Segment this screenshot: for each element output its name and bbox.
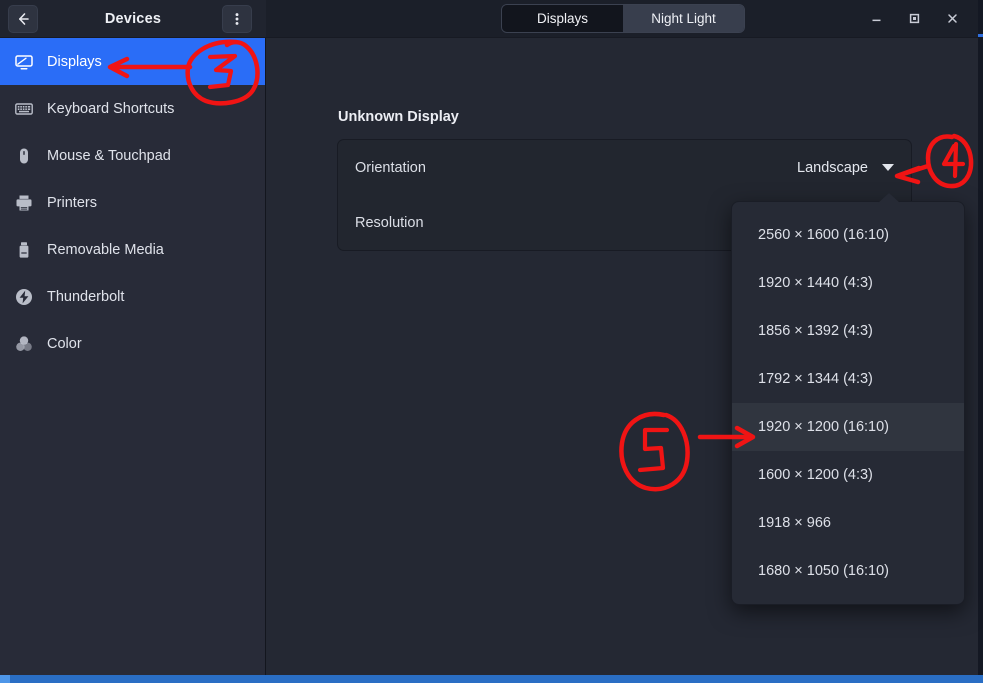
tab-displays[interactable]: Displays xyxy=(502,5,623,32)
sidebar-item-label: Displays xyxy=(47,53,102,70)
dropdown-item-1856x1392[interactable]: 1856 × 1392 (4:3) xyxy=(732,307,964,355)
sidebar-item-label: Color xyxy=(47,335,82,352)
titlebar-right-pane: Displays Night Light xyxy=(266,0,978,38)
minimize-button[interactable] xyxy=(858,4,894,34)
sidebar-item-label: Removable Media xyxy=(47,241,164,258)
dropdown-item-1680x1050[interactable]: 1680 × 1050 (16:10) xyxy=(732,547,964,595)
maximize-icon xyxy=(909,13,919,24)
color-wheel-icon xyxy=(14,334,34,354)
minimize-icon xyxy=(872,19,880,22)
sidebar-item-printers[interactable]: Printers xyxy=(0,179,265,226)
sidebar-item-removable-media[interactable]: Removable Media xyxy=(0,226,265,273)
resolution-label: Resolution xyxy=(355,214,424,231)
dropdown-item-1918x966[interactable]: 1918 × 966 xyxy=(732,499,964,547)
dropdown-item-2560x1600[interactable]: 2560 × 1600 (16:10) xyxy=(732,211,964,259)
dropdown-arrow-nub xyxy=(878,193,900,203)
tab-night-light[interactable]: Night Light xyxy=(623,5,744,32)
keyboard-icon xyxy=(14,99,34,119)
page-title: Unknown Display xyxy=(338,109,459,125)
sidebar-item-displays[interactable]: Displays xyxy=(0,38,265,85)
chevron-down-icon xyxy=(882,164,894,171)
app-menu-button[interactable] xyxy=(222,4,252,33)
sidebar-item-color[interactable]: Color xyxy=(0,320,265,367)
sidebar-item-label: Thunderbolt xyxy=(47,288,125,305)
orientation-dropdown[interactable]: Landscape xyxy=(797,160,894,176)
maximize-button[interactable] xyxy=(896,4,932,34)
close-button[interactable] xyxy=(934,4,970,34)
orientation-value: Landscape xyxy=(797,159,868,176)
printer-icon xyxy=(14,193,34,213)
dropdown-item-1920x1440[interactable]: 1920 × 1440 (4:3) xyxy=(732,259,964,307)
mouse-icon xyxy=(14,146,34,166)
window-controls xyxy=(858,4,970,34)
desktop-accent-line-bottom xyxy=(0,675,983,683)
dropdown-item-1600x1200[interactable]: 1600 × 1200 (4:3) xyxy=(732,451,964,499)
titlebar-left-pane: Devices xyxy=(0,0,266,38)
sidebar-item-keyboard-shortcuts[interactable]: Keyboard Shortcuts xyxy=(0,85,265,132)
desktop-accent-nub xyxy=(0,675,10,683)
sidebar-item-label: Keyboard Shortcuts xyxy=(47,100,175,117)
dropdown-item-1920x1200[interactable]: 1920 × 1200 (16:10) xyxy=(732,403,964,451)
arrow-left-icon xyxy=(19,12,29,25)
orientation-label: Orientation xyxy=(355,159,426,176)
orientation-row: Orientation Landscape xyxy=(338,140,911,195)
close-icon xyxy=(947,14,957,23)
dropdown-item-1792x1344[interactable]: 1792 × 1344 (4:3) xyxy=(732,355,964,403)
monitor-icon xyxy=(14,52,34,72)
titlebar: Devices Displays Night Light xyxy=(0,0,978,38)
resolution-dropdown-menu: 2560 × 1600 (16:10) 1920 × 1440 (4:3) 18… xyxy=(731,201,965,605)
back-button[interactable] xyxy=(8,4,38,33)
sidebar: Displays Keyboard Shortcuts Mouse & Touc… xyxy=(0,38,266,675)
kebab-menu-icon xyxy=(235,12,239,25)
sidebar-item-mouse-touchpad[interactable]: Mouse & Touchpad xyxy=(0,132,265,179)
sidebar-item-thunderbolt[interactable]: Thunderbolt xyxy=(0,273,265,320)
sidebar-item-label: Printers xyxy=(47,194,97,211)
view-switcher: Displays Night Light xyxy=(501,4,745,33)
sidebar-item-label: Mouse & Touchpad xyxy=(47,147,171,164)
usb-drive-icon xyxy=(14,240,34,260)
thunderbolt-icon xyxy=(14,287,34,307)
